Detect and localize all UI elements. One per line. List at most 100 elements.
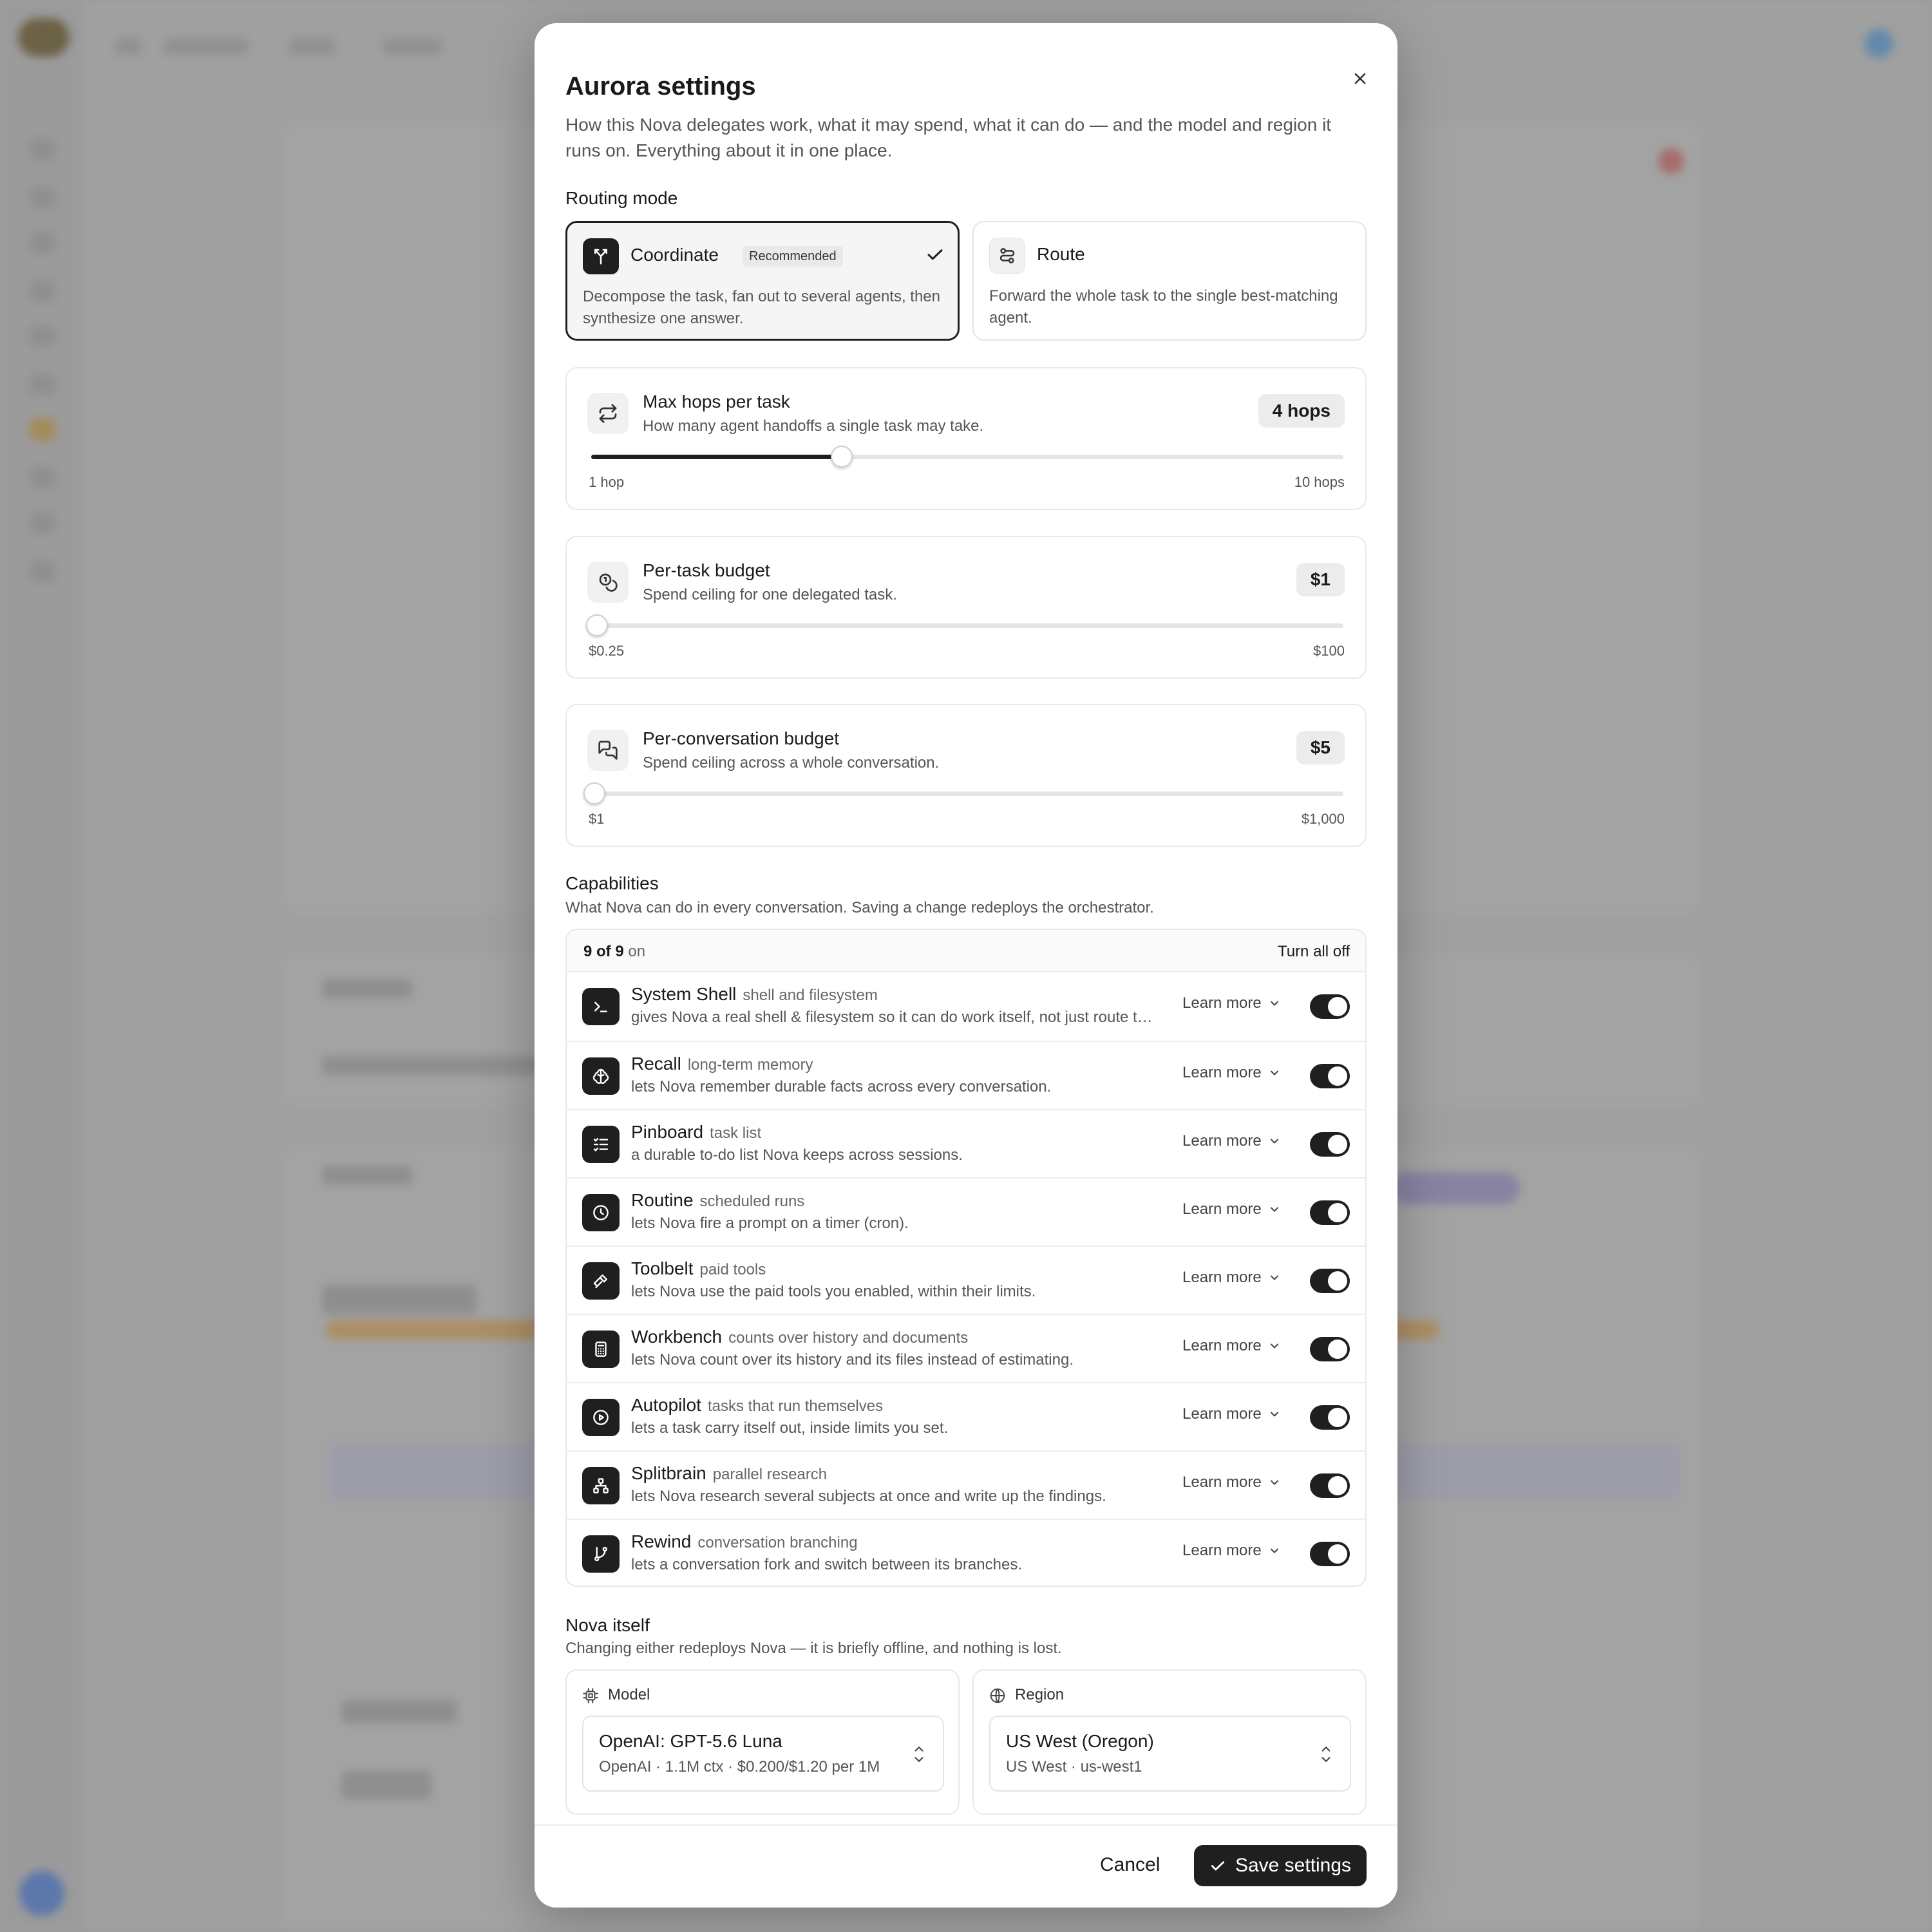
capabilities-list: 9 of 9 on Turn all off System Shell shell… <box>565 929 1367 1587</box>
capability-name-line: Toolbelt paid tools <box>631 1258 766 1279</box>
slider-thumb[interactable] <box>583 782 605 804</box>
capability-description: lets Nova fire a prompt on a timer (cron… <box>631 1215 909 1232</box>
capability-tag: parallel research <box>712 1466 828 1483</box>
slider-thumb[interactable] <box>831 446 853 468</box>
capability-name: Rewind <box>631 1531 692 1551</box>
region-select[interactable]: US West (Oregon) US West · us-west1 <box>989 1716 1351 1792</box>
capability-tag: counts over history and documents <box>728 1329 969 1347</box>
modal-subtitle: How this Nova delegates work, what it ma… <box>565 115 1332 160</box>
checklist-icon <box>582 1126 620 1163</box>
capability-toggle[interactable] <box>1310 1269 1350 1293</box>
learn-more-button[interactable]: Learn more <box>1182 994 1281 1012</box>
chevrons-up-down-icon <box>911 1741 927 1767</box>
conversation-budget-value: $5 <box>1296 731 1345 764</box>
learn-more-button[interactable]: Learn more <box>1182 1405 1281 1423</box>
capability-name-line: Splitbrain parallel research <box>631 1463 827 1484</box>
learn-more-label: Learn more <box>1182 994 1262 1012</box>
region-details: US West · us-west1 <box>1006 1758 1142 1776</box>
capabilities-label: Capabilities <box>565 873 659 893</box>
capability-name: Pinboard <box>631 1122 704 1142</box>
play-circle-icon <box>582 1399 620 1436</box>
learn-more-button[interactable]: Learn more <box>1182 1473 1281 1492</box>
capability-description: lets Nova use the paid tools you enabled… <box>631 1283 1036 1300</box>
routing-option-route[interactable]: Route Forward the whole task to the sing… <box>972 221 1367 341</box>
check-icon <box>1209 1857 1226 1874</box>
routing-mode-label: Routing mode <box>565 188 678 208</box>
capability-tag: tasks that run themselves <box>707 1397 884 1415</box>
per-conversation-budget-slider[interactable] <box>583 782 1343 804</box>
learn-more-button[interactable]: Learn more <box>1182 1269 1281 1287</box>
chevron-down-icon <box>1268 1408 1281 1421</box>
region-label: Region <box>1015 1686 1065 1703</box>
repeat-icon <box>587 393 629 434</box>
model-label: Model <box>608 1686 650 1703</box>
slider-max-label: $1,000 <box>1301 811 1345 827</box>
capability-row-recall: Recall long-term memory lets Nova remember… <box>567 1041 1365 1109</box>
per-conversation-budget-card: Per-conversation budget Spend ceiling ac… <box>565 704 1367 847</box>
capability-toggle[interactable] <box>1310 1064 1350 1088</box>
learn-more-button[interactable]: Learn more <box>1182 1064 1281 1082</box>
hammer-icon <box>582 1262 620 1300</box>
chevron-down-icon <box>1268 997 1281 1010</box>
routing-option-coordinate[interactable]: Coordinate Recommended Decompose the tas… <box>565 221 960 341</box>
max-hops-slider[interactable] <box>591 446 1343 468</box>
capability-toggle[interactable] <box>1310 1473 1350 1498</box>
capability-description: lets Nova remember durable facts across … <box>631 1078 1052 1095</box>
capability-tag: task list <box>710 1124 762 1142</box>
save-settings-button[interactable]: Save settings <box>1194 1845 1367 1886</box>
fan-out-icon <box>583 238 619 274</box>
capability-name: Toolbelt <box>631 1258 694 1278</box>
capability-toggle[interactable] <box>1310 1405 1350 1430</box>
slider-title: Per-task budget <box>643 560 770 580</box>
capability-description: gives Nova a real shell & filesystem so … <box>631 1009 1153 1026</box>
slider-thumb[interactable] <box>585 614 608 636</box>
chevron-down-icon <box>1268 1203 1281 1216</box>
learn-more-button[interactable]: Learn more <box>1182 1132 1281 1150</box>
capabilities-count: 9 of 9 on <box>583 943 645 961</box>
settings-modal: Aurora settings How this Nova delegates … <box>535 23 1397 1908</box>
capability-description: a durable to-do list Nova keeps across s… <box>631 1146 963 1164</box>
close-icon <box>1351 70 1369 88</box>
chevron-down-icon <box>1268 1476 1281 1489</box>
nova-itself-label: Nova itself <box>565 1615 650 1635</box>
learn-more-button[interactable]: Learn more <box>1182 1200 1281 1218</box>
slider-fill <box>591 455 842 459</box>
routing-option-description: Forward the whole task to the single bes… <box>989 287 1338 327</box>
learn-more-label: Learn more <box>1182 1132 1262 1150</box>
slider-min-label: 1 hop <box>589 474 625 490</box>
learn-more-button[interactable]: Learn more <box>1182 1542 1281 1560</box>
capability-row-rewind: Rewind conversation branching lets a conve… <box>567 1519 1365 1586</box>
learn-more-label: Learn more <box>1182 1542 1262 1559</box>
per-task-budget-slider[interactable] <box>585 614 1343 636</box>
learn-more-button[interactable]: Learn more <box>1182 1337 1281 1355</box>
capability-tag: conversation branching <box>697 1534 858 1551</box>
capability-toggle[interactable] <box>1310 1542 1350 1566</box>
capability-toggle[interactable] <box>1310 1337 1350 1361</box>
coins-icon <box>587 562 629 603</box>
capability-name-line: Workbench counts over history and documen… <box>631 1327 968 1347</box>
capability-toggle[interactable] <box>1310 1200 1350 1225</box>
capability-tag: shell and filesystem <box>743 987 878 1004</box>
capability-toggle[interactable] <box>1310 994 1350 1019</box>
routing-option-title: Coordinate <box>630 245 719 265</box>
model-details: OpenAI · 1.1M ctx · $0.200/$1.20 per 1M <box>599 1758 880 1776</box>
capability-row-pinboard: Pinboard task list a durable to-do list No… <box>567 1109 1365 1177</box>
slider-max-label: 10 hops <box>1294 474 1345 490</box>
region-value: US West (Oregon) <box>1006 1731 1154 1751</box>
model-select[interactable]: OpenAI: GPT-5.6 Luna OpenAI · 1.1M ctx ·… <box>582 1716 944 1792</box>
capability-tag: paid tools <box>699 1261 766 1278</box>
learn-more-label: Learn more <box>1182 1064 1262 1081</box>
capability-row-system-shell: System Shell shell and filesystem gives No… <box>567 972 1365 1041</box>
capabilities-description: What Nova can do in every conversation. … <box>565 899 1154 916</box>
close-button[interactable] <box>1343 62 1377 95</box>
network-icon <box>582 1467 620 1504</box>
turn-all-off-button[interactable]: Turn all off <box>1278 943 1350 961</box>
route-icon <box>989 238 1025 274</box>
capability-toggle[interactable] <box>1310 1132 1350 1157</box>
capability-name-line: System Shell shell and filesystem <box>631 984 878 1005</box>
capability-name: Recall <box>631 1054 681 1074</box>
cancel-button[interactable]: Cancel <box>1094 1849 1166 1881</box>
capability-description: lets a task carry itself out, inside lim… <box>631 1419 949 1437</box>
chevron-down-icon <box>1268 1135 1281 1148</box>
capability-name-line: Rewind conversation branching <box>631 1531 858 1552</box>
